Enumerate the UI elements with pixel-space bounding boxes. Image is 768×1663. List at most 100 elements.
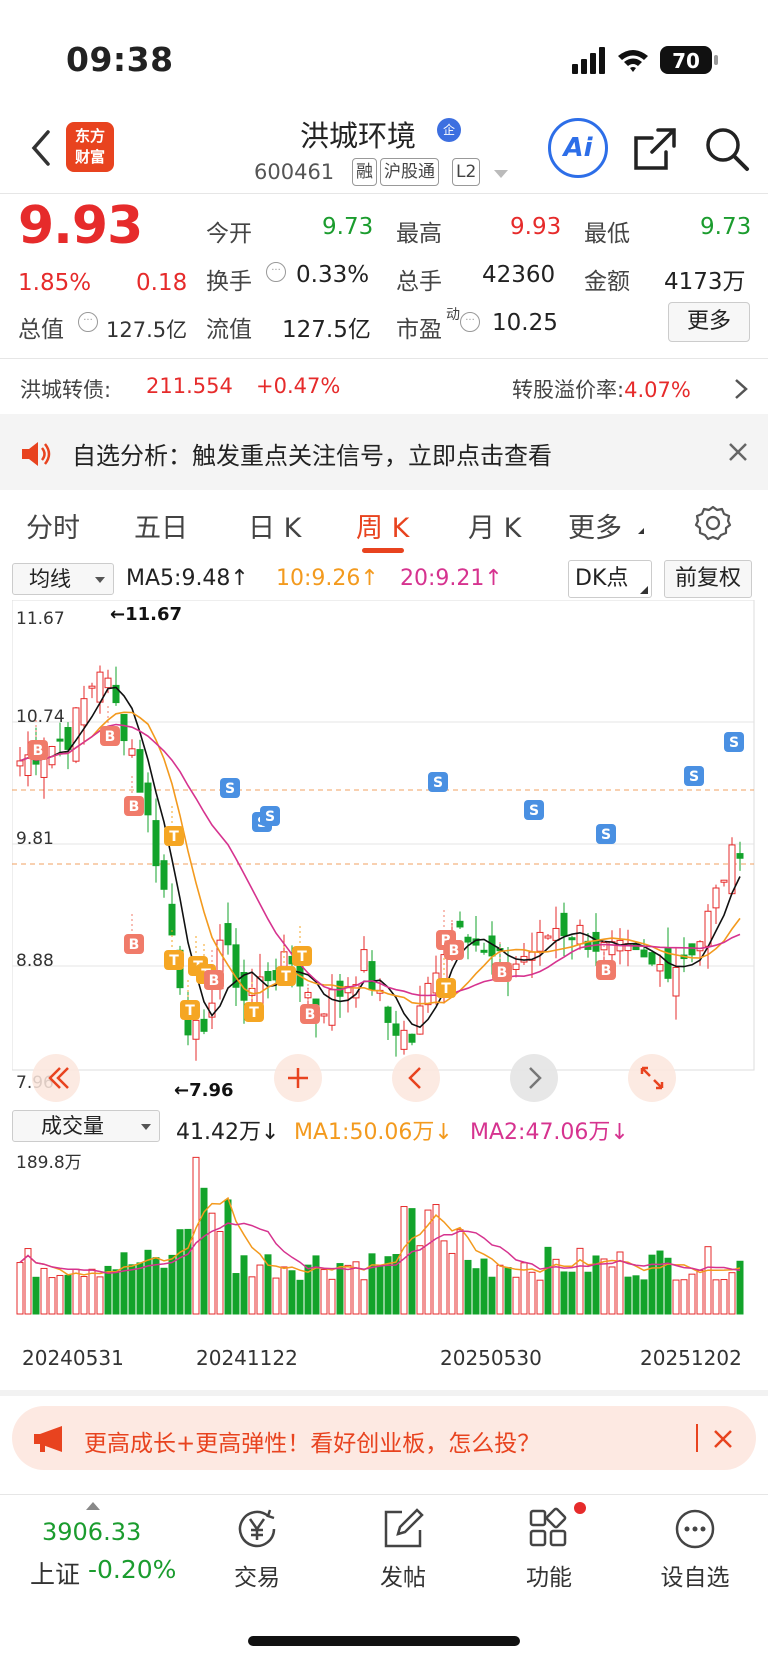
tab-more[interactable]: 更多 xyxy=(568,506,622,545)
candle-body xyxy=(152,820,160,867)
dk-point-button[interactable]: DK点 xyxy=(568,560,652,598)
nav-add-watchlist[interactable]: 设自选 xyxy=(640,1500,750,1600)
tags-dropdown-icon[interactable] xyxy=(494,170,508,178)
change-amount: 0.18 xyxy=(136,270,188,296)
fullscreen-button[interactable] xyxy=(628,1054,676,1102)
volume-bar xyxy=(232,1273,240,1315)
pe-label: 市盈 xyxy=(396,317,442,343)
candle-body xyxy=(368,961,376,991)
market-cap-label: 总值 xyxy=(18,317,64,343)
volume-bar xyxy=(376,1265,384,1315)
volume-bar xyxy=(600,1258,608,1315)
candle-body xyxy=(416,1005,424,1035)
back-icon[interactable] xyxy=(26,128,56,168)
scroll-left-fast-button[interactable] xyxy=(32,1054,80,1102)
volume-bar xyxy=(312,1255,320,1315)
more-quote-button[interactable]: 更多 xyxy=(668,302,750,342)
convertible-bond-value: 211.554 xyxy=(146,374,233,398)
volume-bar xyxy=(296,1279,304,1315)
index-value[interactable]: 3906.33 xyxy=(42,1518,141,1546)
volume-bar xyxy=(128,1264,136,1315)
market-cap-info-icon[interactable]: ··· xyxy=(78,312,98,332)
volume-bar xyxy=(336,1263,344,1315)
volume-bar xyxy=(264,1254,272,1315)
adjust-button[interactable]: 前复权 xyxy=(664,560,752,598)
candle-body xyxy=(672,966,680,997)
volume-bar xyxy=(192,1156,200,1315)
candle-body xyxy=(408,1033,416,1043)
float-value: 127.5亿 xyxy=(282,317,371,343)
volume-bar xyxy=(56,1274,64,1315)
volume-bar xyxy=(464,1259,472,1315)
open-value: 9.73 xyxy=(322,214,374,240)
close-icon[interactable] xyxy=(712,1428,734,1450)
volume-bar xyxy=(152,1257,160,1315)
kline-chart[interactable]: BBBBTTTTTBSTSSTTBSBTBBSSBSS 11.67 10.74 … xyxy=(12,600,756,1104)
chevron-right-icon[interactable] xyxy=(732,377,750,401)
market-cap-value: 127.5亿 xyxy=(106,318,188,342)
tab-five-day[interactable]: 五日 xyxy=(134,506,188,545)
index-expand-icon[interactable] xyxy=(86,1502,100,1510)
candle-body xyxy=(264,970,272,982)
app-logo: 东方 财富 xyxy=(66,122,114,172)
volume-bar xyxy=(480,1258,488,1315)
gear-icon[interactable] xyxy=(694,504,732,542)
pe-info-icon[interactable]: ··· xyxy=(460,312,480,332)
volume-bar xyxy=(664,1257,672,1315)
signal-B-label: B xyxy=(105,729,116,745)
index-change[interactable]: -0.20% xyxy=(88,1555,176,1584)
volume-bar xyxy=(512,1276,520,1315)
ma-selector[interactable]: 均线 xyxy=(12,563,114,595)
ai-button[interactable]: Ai xyxy=(548,118,608,178)
candle-body xyxy=(424,982,432,1006)
candle-body xyxy=(128,748,136,756)
signal-S-label: S xyxy=(265,809,275,825)
share-icon[interactable] xyxy=(630,124,680,174)
nav-trade[interactable]: 交易 xyxy=(202,1500,312,1600)
megaphone-icon xyxy=(34,1426,62,1452)
scroll-right-button[interactable] xyxy=(510,1054,558,1102)
nav-functions[interactable]: 功能 xyxy=(494,1500,604,1600)
high-label: 最高 xyxy=(396,221,442,247)
date-label-4: 20251202 xyxy=(640,1346,742,1370)
ma5-line xyxy=(19,686,741,1029)
y-axis-label-4: 8.88 xyxy=(16,951,54,971)
candle-body xyxy=(104,677,112,689)
volume-bar xyxy=(528,1271,536,1315)
search-icon[interactable] xyxy=(702,124,752,174)
volume-bar xyxy=(352,1261,360,1315)
tab-daily-k[interactable]: 日 K xyxy=(248,506,301,545)
tab-weekly-k[interactable]: 周 K xyxy=(356,506,409,545)
promo-text[interactable]: 更高成长+更高弹性！看好创业板，怎么投？ xyxy=(84,1424,540,1458)
candle-body xyxy=(640,949,648,958)
volume-selector[interactable]: 成交量 xyxy=(12,1110,160,1142)
notification-dot xyxy=(574,1502,586,1514)
nav-functions-label: 功能 xyxy=(526,1565,572,1591)
pe-value: 10.25 xyxy=(492,310,558,336)
turnover-info-icon[interactable]: ··· xyxy=(266,262,286,282)
volume-bar xyxy=(168,1254,176,1315)
candle-body xyxy=(16,760,24,767)
volume-bar xyxy=(536,1279,544,1315)
index-label[interactable]: 上证 xyxy=(30,1555,80,1591)
volume-bar xyxy=(216,1230,224,1315)
conversion-premium[interactable]: 转股溢价率:4.07% xyxy=(512,374,691,404)
status-time: 09:38 xyxy=(66,40,174,79)
nav-post[interactable]: 发帖 xyxy=(348,1500,458,1600)
scroll-left-button[interactable] xyxy=(392,1054,440,1102)
close-icon[interactable] xyxy=(726,440,750,464)
notice-text[interactable]: 自选分析：触发重点关注信号，立即点击查看 xyxy=(72,436,552,471)
date-label-2: 20241122 xyxy=(196,1346,298,1370)
tab-intraday[interactable]: 分时 xyxy=(26,506,80,545)
yen-icon xyxy=(238,1509,276,1548)
conversion-premium-value: 4.07% xyxy=(624,378,691,402)
volume-chart[interactable]: 189.8万 xyxy=(12,1146,756,1336)
volume-bar xyxy=(472,1268,480,1315)
volume-bar xyxy=(256,1264,264,1315)
signal-B-label: B xyxy=(33,743,44,759)
signal-icon xyxy=(572,64,578,74)
volume-bar xyxy=(712,1279,720,1315)
tab-monthly-k[interactable]: 月 K xyxy=(468,506,521,545)
convertible-bond-label[interactable]: 洪城转债: xyxy=(20,374,111,404)
volume-bar xyxy=(208,1212,216,1315)
